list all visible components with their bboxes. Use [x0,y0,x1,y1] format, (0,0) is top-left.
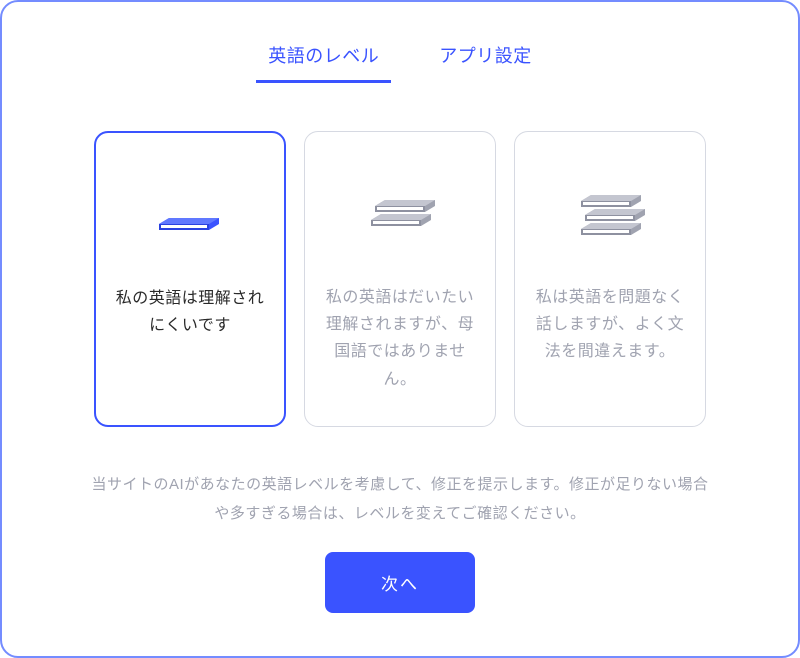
level-card-intermediate[interactable]: 私の英語はだいたい理解されますが、母国語ではありません。 [304,131,496,427]
level-cards: 私の英語は理解されにくいです [94,131,706,427]
level-card-label: 私の英語はだいたい理解されますが、母国語ではありません。 [321,284,479,393]
book-single-icon [153,157,227,277]
settings-panel: 英語のレベル アプリ設定 私の英語は理解されにくいです [0,0,800,658]
tab-bar: 英語のレベル アプリ設定 [256,34,544,83]
tab-english-level[interactable]: 英語のレベル [256,34,391,83]
tab-app-settings[interactable]: アプリ設定 [427,34,544,83]
level-card-advanced[interactable]: 私は英語を問題なく話しますが、よく文法を間違えます。 [514,131,706,427]
level-card-label: 私の英語は理解されにくいです [112,285,268,339]
book-double-icon [363,156,437,276]
book-triple-icon [573,156,647,276]
description-text: 当サイトのAIがあなたの英語レベルを考慮して、修正を提示します。修正が足りない場… [90,471,710,528]
level-card-beginner[interactable]: 私の英語は理解されにくいです [94,131,286,427]
level-card-label: 私は英語を問題なく話しますが、よく文法を間違えます。 [531,284,689,366]
next-button[interactable]: 次へ [325,552,475,613]
